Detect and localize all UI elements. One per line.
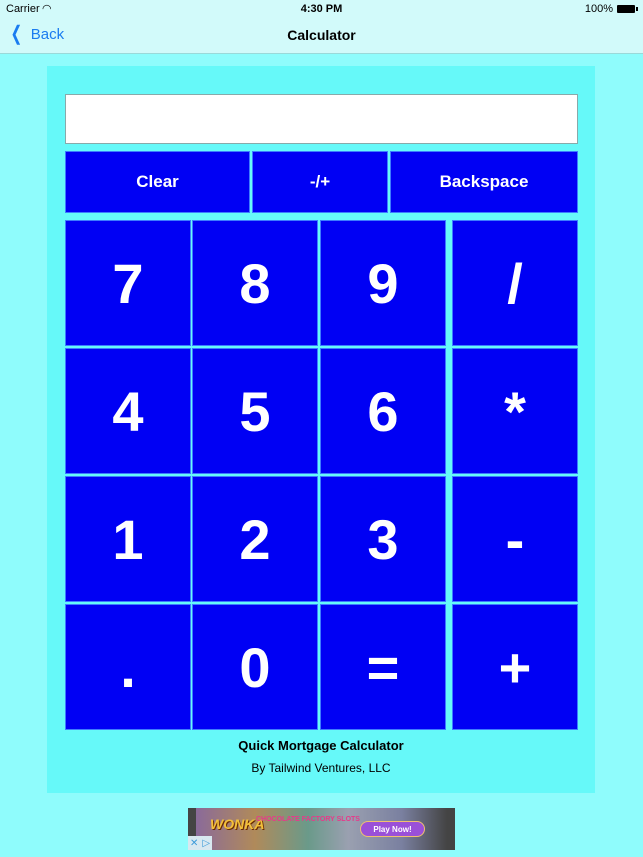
calculator-display[interactable] [65, 94, 578, 144]
key-2[interactable]: 2 [192, 476, 318, 602]
key-4[interactable]: 4 [65, 348, 191, 474]
ad-banner[interactable]: WONKA CHOCOLATE FACTORY SLOTS Play Now! … [188, 808, 455, 850]
status-bar: Carrier ◠ 4:30 PM 100% [0, 0, 643, 18]
navigation-bar: ❮ Back Calculator [0, 18, 643, 54]
key-6[interactable]: 6 [320, 348, 446, 474]
key-add[interactable]: + [452, 604, 578, 730]
adchoices-icon: ▷ [202, 837, 211, 849]
key-5[interactable]: 5 [192, 348, 318, 474]
clear-button[interactable]: Clear [65, 151, 250, 213]
key-0[interactable]: 0 [192, 604, 318, 730]
key-8[interactable]: 8 [192, 220, 318, 346]
key-multiply[interactable]: * [452, 348, 578, 474]
negate-button[interactable]: -/+ [252, 151, 388, 213]
key-1[interactable]: 1 [65, 476, 191, 602]
key-9[interactable]: 9 [320, 220, 446, 346]
battery-percent: 100% [584, 3, 613, 15]
key-subtract[interactable]: - [452, 476, 578, 602]
close-icon: ✕ [189, 837, 199, 849]
key-equals[interactable]: = [320, 604, 446, 730]
ad-subtitle: CHOCOLATE FACTORY SLOTS [256, 816, 360, 823]
ad-close-button[interactable]: ✕ ▷ [188, 836, 212, 850]
status-time: 4:30 PM [300, 3, 343, 15]
page-title: Calculator [287, 27, 356, 43]
calculator-panel: Clear -/+ Backspace 7 8 9 / 4 5 6 * 1 2 … [47, 66, 595, 793]
key-7[interactable]: 7 [65, 220, 191, 346]
ad-play-now-button[interactable]: Play Now! [360, 821, 425, 837]
battery-icon [617, 5, 638, 13]
key-decimal[interactable]: . [65, 604, 191, 730]
key-divide[interactable]: / [452, 220, 578, 346]
developer-credit: By Tailwind Ventures, LLC [251, 761, 391, 775]
key-3[interactable]: 3 [320, 476, 446, 602]
backspace-button[interactable]: Backspace [390, 151, 578, 213]
app-name: Quick Mortgage Calculator [238, 738, 404, 753]
